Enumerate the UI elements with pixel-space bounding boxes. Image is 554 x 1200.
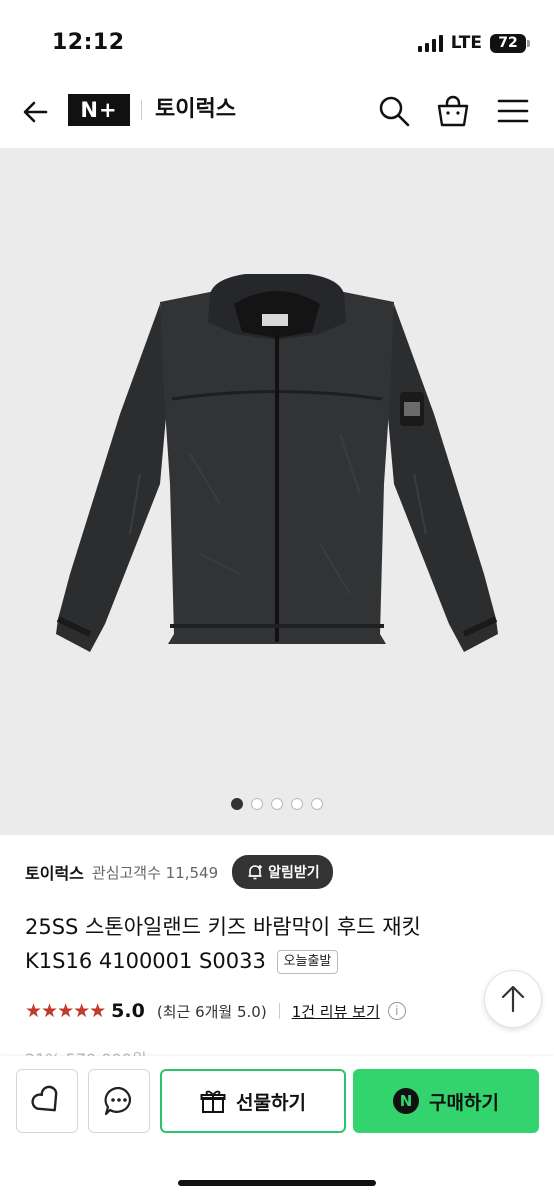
chat-button[interactable] [88,1069,150,1133]
gift-icon [200,1090,226,1113]
back-arrow-icon[interactable] [18,94,54,130]
home-indicator [178,1180,376,1186]
product-title-line1: 25SS 스톤아일랜드 키즈 바람막이 후드 재킷 [25,915,421,939]
wishlist-button[interactable] [16,1069,78,1133]
naver-pay-icon: N [393,1088,420,1114]
recent-rating: (최근 6개월 5.0) [156,1002,267,1021]
status-bar: 12:12 LTE 72 [0,0,554,80]
status-time: 12:12 [52,30,125,55]
gallery-dot[interactable] [231,798,243,810]
product-image [56,274,498,652]
gallery-dot[interactable] [311,798,323,810]
scroll-to-top-button[interactable] [484,970,542,1028]
store-name-link[interactable]: 토이럭스 [25,860,84,884]
alarm-subscribe-button[interactable]: 알림받기 [232,855,333,889]
info-icon[interactable]: i [387,1002,406,1020]
star-rating-icon: ★★★★★ [25,1000,106,1022]
nav-divider [141,100,142,120]
shopping-bag-icon[interactable] [435,93,471,129]
gift-label: 선물하기 [236,1091,306,1114]
store-title[interactable]: 토이럭스 [155,94,236,126]
same-day-shipping-badge: 오늘출발 [276,950,339,974]
store-fans-count: 관심고객수 11,549 [91,863,219,882]
top-nav: N+ 토이럭스 [0,80,554,149]
review-link[interactable]: 1건 리뷰 보기 [292,1001,380,1022]
arrow-up-icon [501,985,525,1013]
chat-bubble-icon [104,1086,131,1116]
gallery-dot[interactable] [291,798,303,810]
product-title: 25SS 스톤아일랜드 키즈 바람막이 후드 재킷 K1S16 4100001 … [25,910,525,978]
buy-label: 구매하기 [429,1091,499,1114]
signal-icon [417,34,443,52]
buy-button[interactable]: N 구매하기 [353,1069,539,1133]
battery-icon: 72 [490,33,530,53]
status-indicators: LTE 72 [417,33,530,53]
gallery-dot[interactable] [251,798,263,810]
gallery-pagination [0,798,554,810]
product-title-line2: K1S16 4100001 S0033 [25,949,266,973]
menu-icon[interactable] [495,93,531,129]
search-icon[interactable] [376,93,412,129]
gift-button[interactable]: 선물하기 [160,1069,346,1133]
nplus-logo[interactable]: N+ [68,94,130,126]
rating-row: ★★★★★ 5.0 (최근 6개월 5.0) 1건 리뷰 보기 i [25,1000,406,1022]
product-image-gallery[interactable] [0,149,554,835]
alarm-label: 알림받기 [268,865,320,881]
gallery-dot[interactable] [271,798,283,810]
bell-plus-icon [248,865,263,880]
rating-divider [278,1003,280,1019]
heart-icon [31,1085,58,1112]
bottom-action-bar: 선물하기 N 구매하기 [0,1056,554,1200]
rating-score: 5.0 [111,1000,145,1022]
store-info-row: 토이럭스 관심고객수 11,549 알림받기 [25,855,333,889]
network-label: LTE [450,33,482,53]
